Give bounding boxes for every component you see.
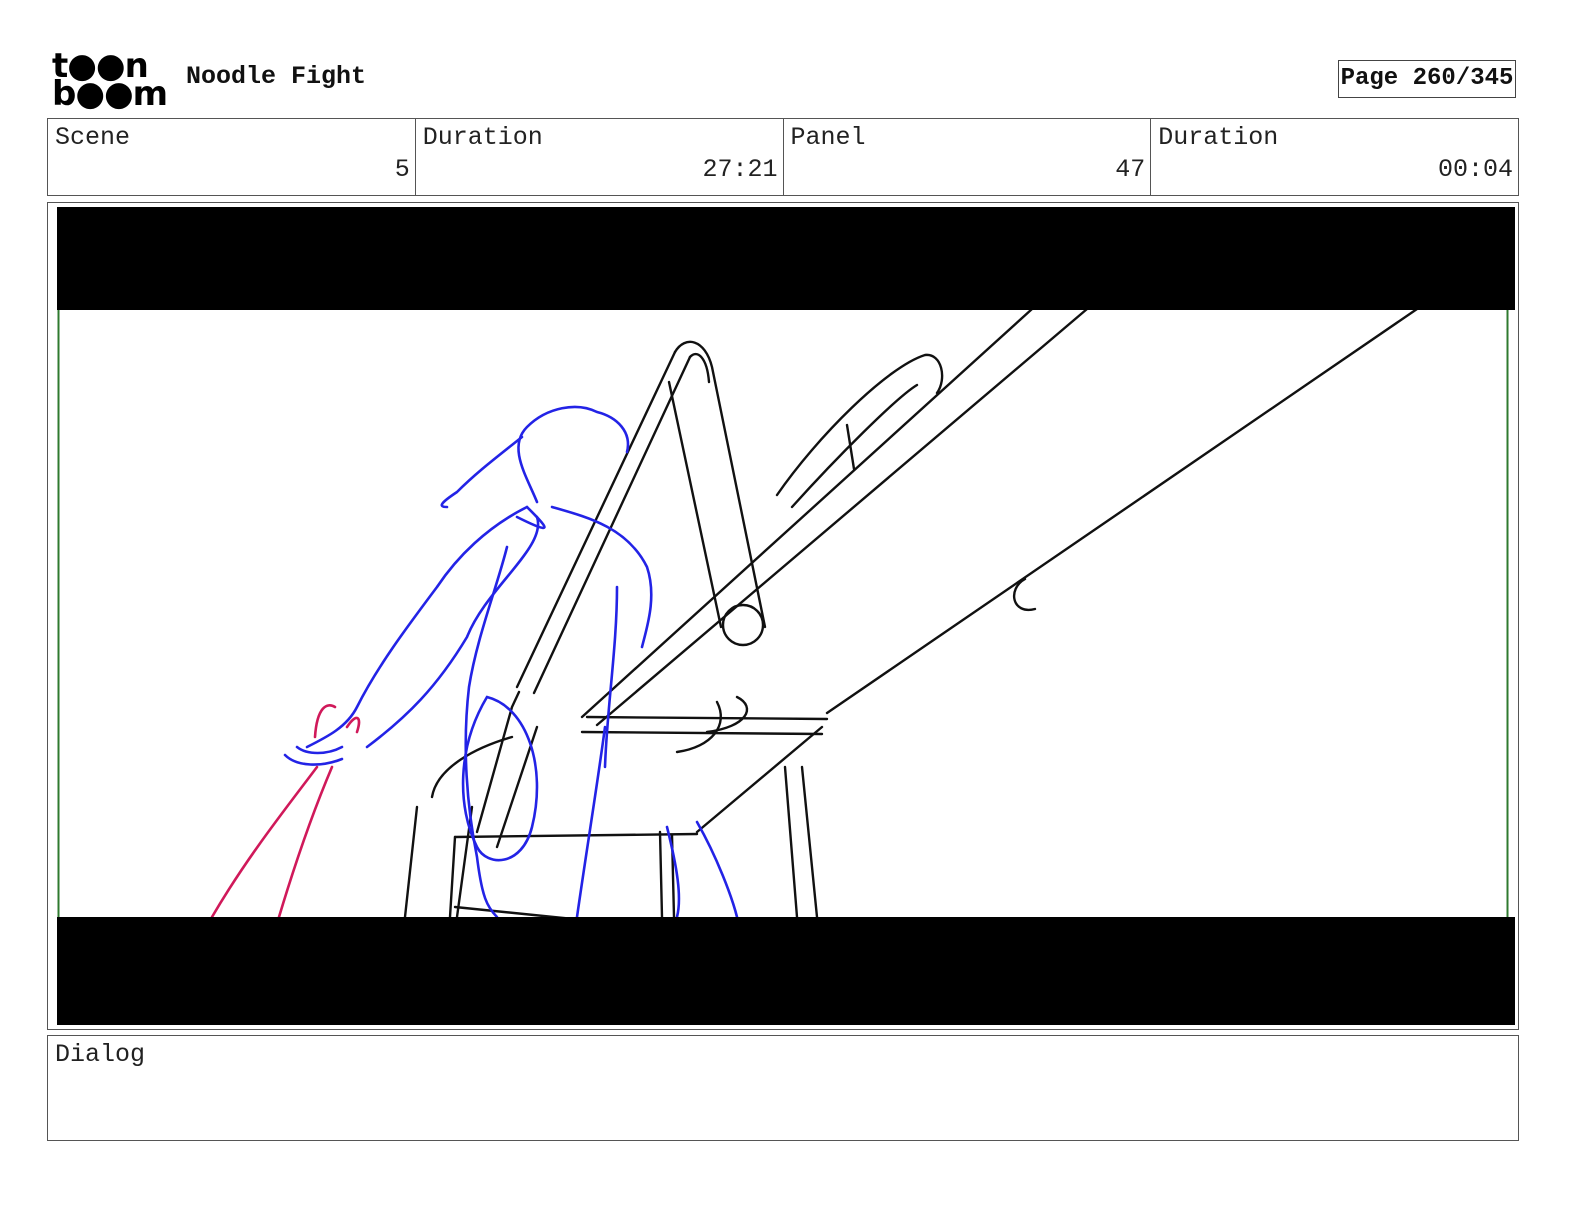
panel-duration-cell: Duration 00:04 [1151, 119, 1518, 195]
scene-duration-label: Duration [422, 123, 543, 152]
scene-duration-value: 27:21 [702, 155, 778, 184]
character-sketch [283, 405, 739, 919]
project-title: Noodle Fight [186, 62, 367, 91]
letterbox-bottom [57, 917, 1515, 1025]
panel-info-row: Scene 5 Duration 27:21 Panel 47 Duration… [47, 118, 1519, 196]
scene-cell: Scene 5 [48, 119, 416, 195]
prop-sketch [210, 704, 361, 919]
scene-value: 5 [394, 155, 410, 184]
letterbox-top [57, 207, 1515, 310]
panel-value: 47 [1115, 155, 1146, 184]
panel-duration-label: Duration [1158, 123, 1279, 152]
dialog-box: Dialog [47, 1035, 1519, 1141]
scene-label: Scene [55, 123, 131, 152]
storyboard-panel-image [57, 207, 1515, 1025]
dialog-label: Dialog [55, 1040, 146, 1069]
logo-line-bottom: b●●m [52, 74, 168, 114]
scene-duration-cell: Duration 27:21 [416, 119, 784, 195]
background-sketch [403, 307, 1419, 929]
panel-duration-value: 00:04 [1437, 155, 1513, 184]
panel-label: Panel [790, 123, 866, 152]
toonboom-logo: t●●n b●●m [52, 49, 168, 114]
panel-cell: Panel 47 [784, 119, 1152, 195]
page-number: Page 260/345 [1338, 60, 1516, 98]
camera-frame [57, 207, 1509, 1023]
